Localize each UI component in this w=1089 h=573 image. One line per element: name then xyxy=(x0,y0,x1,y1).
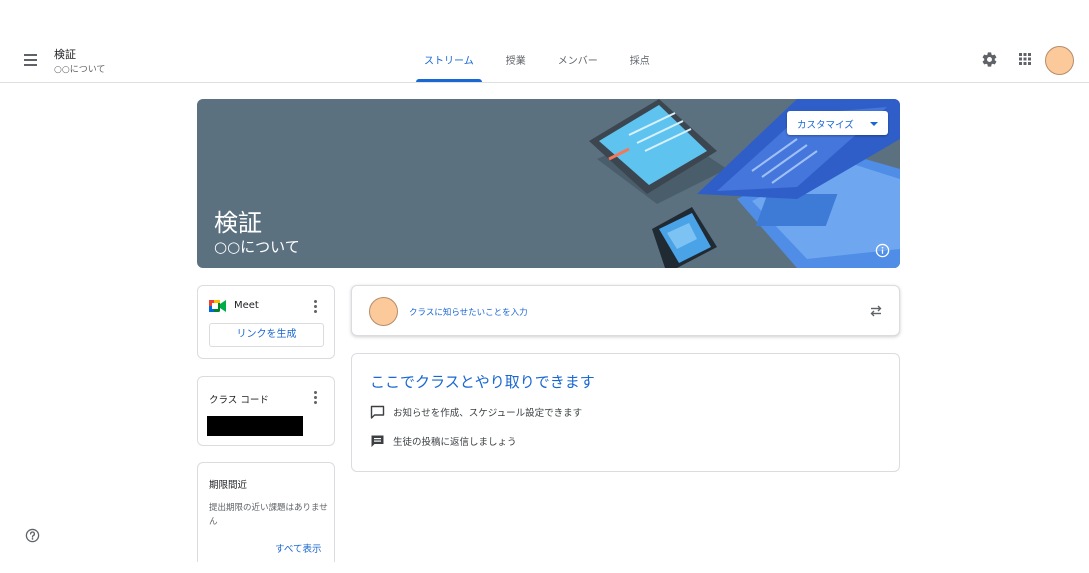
upcoming-title: 期限間近 xyxy=(209,480,248,491)
upcoming-empty-text: 提出期限の近い課題はありません xyxy=(209,503,328,527)
gear-icon[interactable] xyxy=(981,51,998,68)
menu-icon[interactable] xyxy=(22,50,42,70)
generate-link-button[interactable]: リンクを生成 xyxy=(209,323,324,347)
info-line-announce: お知らせを作成、スケジュール設定できます xyxy=(370,405,582,419)
stream-info-card: ここでクラスとやり取りできます お知らせを作成、スケジュール設定できます 生徒の… xyxy=(351,353,900,472)
meet-label: Meet xyxy=(234,300,259,311)
customize-button[interactable]: カスタマイズ xyxy=(787,111,888,135)
info-icon[interactable] xyxy=(875,243,890,258)
meet-card: Meet リンクを生成 xyxy=(197,285,335,359)
info-line-announce-text: お知らせを作成、スケジュール設定できます xyxy=(393,408,583,419)
class-code-label: クラス コード xyxy=(209,395,269,406)
class-banner: 検証 ○○について カスタマイズ xyxy=(197,99,900,268)
meet-logo-icon xyxy=(209,300,226,312)
comment-icon xyxy=(371,435,384,447)
tab-people[interactable]: メンバー xyxy=(542,48,614,83)
tab-classwork[interactable]: 授業 xyxy=(490,48,542,83)
info-title: ここでクラスとやり取りできます xyxy=(370,373,595,391)
user-avatar xyxy=(369,297,398,326)
apps-grid-icon[interactable] xyxy=(1018,52,1032,66)
help-icon[interactable] xyxy=(25,528,40,543)
class-name[interactable]: 検証 xyxy=(54,46,76,62)
announcement-icon xyxy=(370,405,385,419)
customize-label: カスタマイズ xyxy=(797,120,854,131)
view-all-link[interactable]: すべて表示 xyxy=(275,541,321,555)
class-code-card: クラス コード xyxy=(197,376,335,446)
repost-icon[interactable] xyxy=(868,303,884,319)
class-code-redacted xyxy=(207,416,303,436)
meet-more-icon[interactable] xyxy=(309,299,321,315)
class-code-more-icon[interactable] xyxy=(309,390,321,406)
banner-class-name: 検証 xyxy=(214,209,262,237)
caret-down-icon xyxy=(870,122,878,126)
account-avatar[interactable] xyxy=(1045,46,1074,75)
tab-grades[interactable]: 採点 xyxy=(614,48,666,83)
announce-prompt[interactable]: クラスに知らせたいことを入力 xyxy=(409,306,528,318)
banner-class-section: ○○について xyxy=(214,238,300,256)
announce-card[interactable]: クラスに知らせたいことを入力 xyxy=(351,285,900,336)
info-line-reply: 生徒の投稿に返信しましょう xyxy=(370,434,517,448)
tab-bar: ストリーム 授業 メンバー 採点 xyxy=(408,48,666,83)
info-line-reply-text: 生徒の投稿に返信しましょう xyxy=(393,437,517,448)
top-app-bar: 検証 ○○について ストリーム 授業 メンバー 採点 xyxy=(0,0,1089,83)
class-section: ○○について xyxy=(54,65,106,75)
upcoming-card: 期限間近 提出期限の近い課題はありません すべて表示 xyxy=(197,462,335,562)
tab-stream[interactable]: ストリーム xyxy=(408,48,490,83)
